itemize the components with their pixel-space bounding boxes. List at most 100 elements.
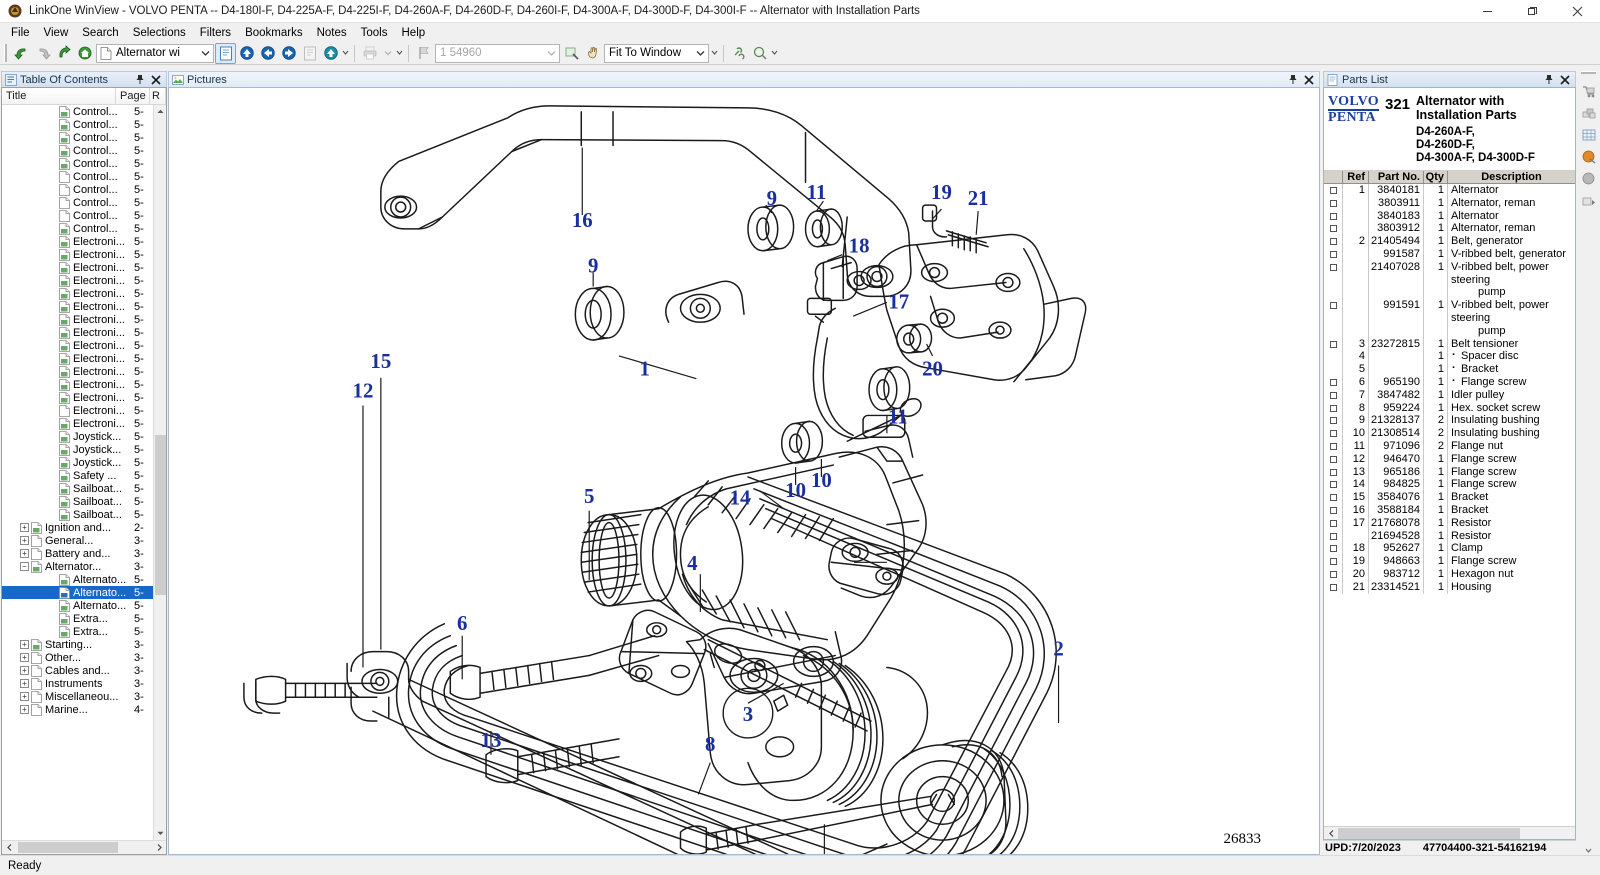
checkbox[interactable] xyxy=(1329,340,1337,348)
checkbox[interactable] xyxy=(1329,570,1337,578)
expand-icon[interactable]: + xyxy=(20,640,29,649)
close-icon[interactable] xyxy=(1303,74,1314,85)
toc-row[interactable]: + General... 3- xyxy=(2,534,166,547)
arrow-up-blue-icon[interactable] xyxy=(236,43,257,64)
menu-search[interactable]: Search xyxy=(75,25,125,41)
toc-row[interactable]: − Alternator... 3- xyxy=(2,560,166,573)
parts-grid-icon[interactable] xyxy=(1578,124,1599,145)
toc-column-title[interactable]: Title xyxy=(2,88,116,104)
menu-bookmarks[interactable]: Bookmarks xyxy=(238,25,310,41)
scroll-up-icon[interactable] xyxy=(154,105,166,118)
checkbox[interactable] xyxy=(1329,558,1337,566)
minimize-button[interactable] xyxy=(1465,0,1510,23)
expand-icon[interactable]: + xyxy=(20,653,29,662)
table-row[interactable]: 14 984825 1 Flange screw xyxy=(1324,478,1575,492)
toc-row[interactable]: + Cables and... 3- xyxy=(2,664,166,677)
table-row[interactable]: 11 971096 2 Flange nut xyxy=(1324,439,1575,453)
table-row[interactable]: 5 1Bracket xyxy=(1324,362,1575,376)
toc-row[interactable]: Control... 5- xyxy=(2,131,166,144)
menu-file[interactable]: File xyxy=(4,25,37,41)
arrow-left-blue-icon[interactable] xyxy=(257,43,278,64)
toc-hscroll-thumb[interactable] xyxy=(18,842,118,853)
checkbox[interactable] xyxy=(1329,417,1337,425)
toc-row[interactable]: Extra... 5- xyxy=(2,625,166,638)
checkbox[interactable] xyxy=(1329,494,1337,502)
pin-icon[interactable] xyxy=(1287,74,1298,85)
column-description[interactable]: Description xyxy=(1448,171,1575,184)
table-row[interactable]: 4 1Spacer disc xyxy=(1324,349,1575,364)
toc-vertical-scrollbar[interactable] xyxy=(153,105,166,840)
column-part-no[interactable]: Part No. xyxy=(1369,170,1424,184)
toc-row[interactable]: Sailboat... 5- xyxy=(2,508,166,521)
toc-row[interactable]: Electroni... 5- xyxy=(2,313,166,326)
vtoolbar-grip[interactable] xyxy=(1581,71,1596,76)
expand-icon[interactable]: + xyxy=(20,549,29,558)
toc-column-r[interactable]: R xyxy=(150,88,166,104)
menu-view[interactable]: View xyxy=(37,25,76,41)
parts-hscroll-track[interactable] xyxy=(1338,827,1575,840)
menu-filters[interactable]: Filters xyxy=(193,25,238,41)
scroll-left-icon[interactable] xyxy=(1324,827,1338,840)
grey-ball-icon[interactable] xyxy=(1578,168,1599,189)
table-row[interactable]: 13 965186 1 Flange screw xyxy=(1324,465,1575,479)
table-row[interactable]: 10 21308514 2 Insulating bushing xyxy=(1324,427,1575,440)
print-icon[interactable] xyxy=(359,43,380,64)
toc-row[interactable]: Electroni... 5- xyxy=(2,417,166,430)
column-ref[interactable]: Ref xyxy=(1343,170,1369,184)
toc-row-list[interactable]: Control... 5- Control... 5- Control... 5- Cont… xyxy=(2,105,166,840)
checkbox[interactable] xyxy=(1329,187,1337,194)
checkbox[interactable] xyxy=(1329,404,1337,412)
checkbox[interactable] xyxy=(1329,468,1337,476)
toc-hscroll-track[interactable] xyxy=(16,841,152,854)
parts-list-content[interactable]: VOLVO PENTA 321 Alternator with Installa… xyxy=(1323,87,1576,840)
toc-scroll-thumb[interactable] xyxy=(155,435,166,595)
checkbox[interactable] xyxy=(1329,455,1337,463)
checkbox[interactable] xyxy=(1329,532,1337,540)
expand-icon[interactable]: + xyxy=(20,692,29,701)
table-row[interactable]: 1 3840181 1 Alternator xyxy=(1324,184,1575,197)
maximize-button[interactable] xyxy=(1510,0,1555,23)
toc-row[interactable]: Electroni... 5- xyxy=(2,300,166,313)
checkbox[interactable] xyxy=(1329,263,1337,271)
close-button[interactable] xyxy=(1555,0,1600,23)
scroll-left-icon[interactable] xyxy=(2,841,16,854)
pin-icon[interactable] xyxy=(1543,74,1554,85)
toc-row[interactable]: Joystick... 5- xyxy=(2,443,166,456)
checkbox[interactable] xyxy=(1329,199,1337,207)
toolbar-grip[interactable] xyxy=(4,44,9,62)
table-row[interactable]: 991587 1 V-ribbed belt, generator xyxy=(1324,247,1575,261)
toc-row[interactable]: Control... 5- xyxy=(2,170,166,183)
toc-row[interactable]: Electroni... 5- xyxy=(2,261,166,274)
toc-row[interactable]: Control... 5- xyxy=(2,196,166,209)
toc-row[interactable]: Sailboat... 5- xyxy=(2,495,166,508)
toc-row[interactable]: Electroni... 5- xyxy=(2,287,166,300)
checkbox[interactable] xyxy=(1329,442,1337,450)
toc-row[interactable]: Alternato... 5- xyxy=(2,573,166,586)
toolbar-overflow-3[interactable] xyxy=(710,43,719,64)
toc-row[interactable]: Joystick... 5- xyxy=(2,456,166,469)
table-row[interactable]: 3803911 1 Alternator, reman xyxy=(1324,196,1575,210)
checkbox[interactable] xyxy=(1329,378,1337,386)
history-combo[interactable]: Alternator wi xyxy=(96,43,214,63)
close-icon[interactable] xyxy=(1559,74,1570,85)
toc-row[interactable]: Control... 5- xyxy=(2,144,166,157)
toc-horizontal-scrollbar[interactable] xyxy=(2,840,166,854)
parts-row-list[interactable]: 1 3840181 1 Alternator 3803911 1 Alternator, r… xyxy=(1324,184,1575,826)
table-row[interactable]: 9 21328137 2 Insulating bushing xyxy=(1324,414,1575,428)
zoom-combo[interactable]: Fit To Window xyxy=(604,43,709,63)
flag-icon[interactable] xyxy=(413,43,434,64)
page-blue-icon[interactable] xyxy=(215,42,236,64)
table-row[interactable]: 3840183 1 Alternator xyxy=(1324,209,1575,223)
orange-ball-icon[interactable] xyxy=(1578,146,1599,167)
link-pick-icon[interactable] xyxy=(728,43,749,64)
column-qty[interactable]: Qty xyxy=(1424,170,1448,184)
toolbar-overflow-1[interactable] xyxy=(341,43,350,64)
up-green-icon[interactable] xyxy=(53,43,74,64)
forward-grey-icon[interactable] xyxy=(32,43,53,64)
toc-tree[interactable]: Title Page R Control...5-Control...5- xyxy=(1,87,167,855)
figure-chevron-down-icon[interactable] xyxy=(544,45,559,62)
vtoolbar-overflow-icon[interactable] xyxy=(1585,844,1592,853)
page-grey-icon[interactable] xyxy=(299,43,320,64)
toc-row[interactable]: Sailboat... 5- xyxy=(2,482,166,495)
table-row[interactable]: 21 23314521 1 Housing xyxy=(1324,580,1575,594)
